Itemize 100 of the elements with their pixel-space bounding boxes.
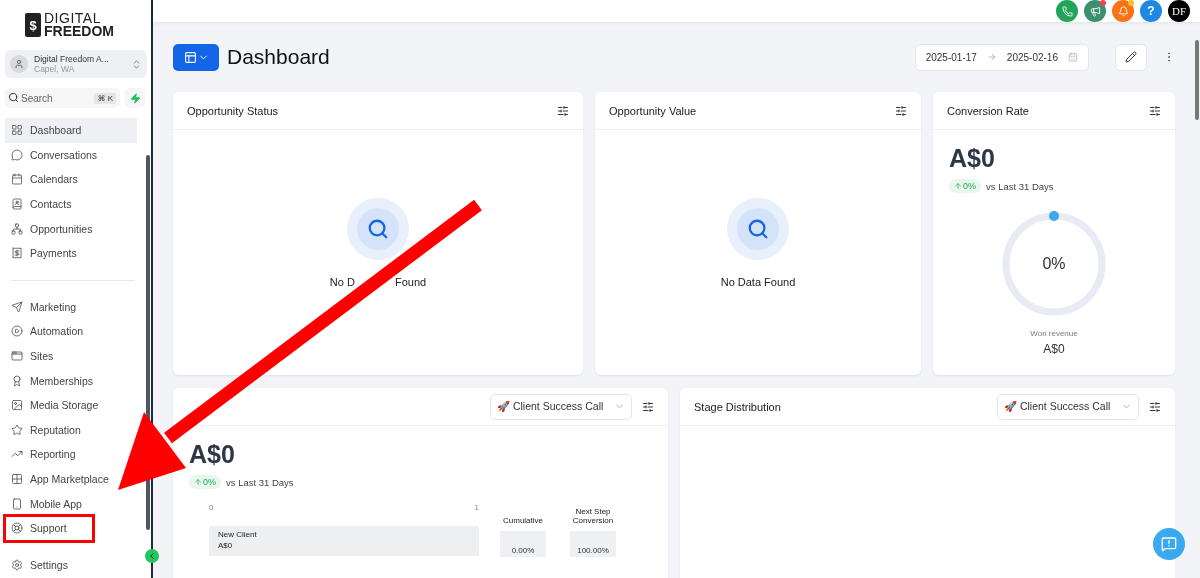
nav-item[interactable]: Settings — [5, 552, 74, 578]
empty-message: Found — [394, 275, 427, 288]
change-badge: 0% — [949, 179, 981, 193]
browser-icon — [11, 350, 23, 363]
card-title: Opportunity Status — [187, 104, 280, 117]
filter-button[interactable] — [1149, 400, 1161, 413]
nav-item[interactable]: App Marketplace — [5, 466, 115, 492]
lifebuoy-icon — [11, 522, 23, 535]
nav-item[interactable]: Conversations — [5, 142, 104, 168]
user-avatar[interactable]: DF — [1168, 0, 1190, 22]
award-icon — [11, 374, 23, 387]
phone-button[interactable] — [1056, 0, 1078, 22]
page-title: Dashboard — [227, 45, 331, 69]
logo-mark: $ — [25, 13, 41, 37]
nav-item[interactable]: Opportunities — [5, 216, 99, 241]
stage-name: New Client — [218, 530, 258, 539]
nav-item[interactable]: Reputation — [5, 417, 87, 443]
layout-icon — [183, 50, 197, 64]
sliders-icon — [642, 400, 654, 413]
chat-bubble-icon — [11, 148, 23, 161]
sliders-icon — [895, 104, 907, 117]
message-alert-icon — [1161, 536, 1177, 552]
notification-button[interactable] — [1112, 0, 1134, 22]
change-badge: 0% — [189, 475, 221, 489]
receipt-icon — [11, 247, 23, 260]
edit-button[interactable] — [1115, 43, 1147, 71]
calendar-icon — [11, 173, 23, 186]
arrow-up-icon — [954, 182, 962, 190]
card-title: Stage Distribution — [694, 400, 782, 413]
axis-label: 0 — [209, 503, 214, 512]
collapse-button[interactable] — [145, 549, 159, 563]
nav-item[interactable]: Calendars — [5, 167, 84, 192]
empty-message: No Data Found — [720, 275, 796, 288]
arrow-right-icon — [986, 52, 997, 62]
nav-item[interactable]: Marketing — [5, 294, 83, 320]
megaphone-icon — [1089, 5, 1101, 17]
pencil-icon — [1125, 51, 1137, 63]
gauge-handle — [1049, 211, 1059, 221]
notification-dot — [1100, 0, 1106, 6]
metric-value: A$0 — [189, 440, 236, 469]
shortcut-hint: ⌘ K — [94, 93, 116, 104]
nav-item[interactable]: Memberships — [5, 368, 100, 393]
phone-icon — [1061, 5, 1073, 17]
card-title: Opportunity Value — [609, 104, 698, 117]
axis-label: 1 — [474, 503, 479, 512]
phone-icon — [11, 497, 23, 510]
user-icon — [14, 59, 24, 69]
filter-button[interactable] — [557, 104, 569, 117]
paper-plane-icon — [11, 300, 23, 313]
comparison-text: vs Last 31 Days — [226, 476, 294, 488]
empty-message: No D — [329, 275, 355, 288]
account-switcher[interactable]: Digital Freedom A... Capel, WA — [5, 50, 147, 78]
pipeline-select[interactable]: 🚀 Client Success Call — [490, 393, 632, 420]
sliders-icon — [1149, 104, 1161, 117]
play-icon — [11, 325, 23, 338]
help-button[interactable]: ? — [1140, 0, 1162, 22]
sliders-icon — [1149, 400, 1161, 413]
nav-item[interactable]: Automation — [5, 319, 90, 344]
nav-item[interactable]: Reporting — [5, 442, 82, 467]
calendar-icon — [1068, 52, 1078, 62]
chevron-left-icon — [147, 551, 157, 561]
card-title: Conversion Rate — [947, 104, 1030, 117]
stat-value: 0.00% — [500, 531, 546, 557]
caption: Won revenue — [1030, 329, 1078, 338]
caption-value: A$0 — [1043, 342, 1065, 356]
metric-value: A$0 — [949, 144, 996, 173]
feedback-button[interactable] — [1153, 528, 1185, 560]
search-icon — [747, 217, 769, 240]
pipeline-select[interactable]: 🚀 Client Success Call — [997, 393, 1139, 420]
nav-item[interactable]: Mobile App — [5, 491, 88, 516]
filter-button[interactable] — [1149, 104, 1161, 117]
date-range-picker[interactable]: 2025-01-17 2025-02-16 — [914, 43, 1089, 71]
notification-dot — [1128, 0, 1134, 6]
logo-text: FREEDOM — [44, 25, 114, 38]
image-icon — [11, 399, 23, 412]
contact-book-icon — [11, 198, 23, 211]
nav-item[interactable]: Media Storage — [5, 392, 105, 418]
nav-item[interactable]: Dashboard — [5, 118, 137, 143]
lightning-icon — [129, 92, 141, 104]
sliders-icon — [557, 104, 569, 117]
star-icon — [11, 423, 23, 436]
search-icon — [367, 217, 389, 240]
announcement-button[interactable] — [1084, 0, 1106, 22]
network-icon — [11, 222, 23, 235]
search-icon — [8, 92, 19, 103]
nav-item[interactable]: Contacts — [5, 191, 78, 217]
view-switch-button[interactable] — [173, 43, 219, 71]
column-header: Cumulative — [503, 515, 543, 525]
nav-item[interactable]: Support — [5, 515, 93, 541]
logo-text: DIGITAL — [44, 12, 102, 25]
filter-button[interactable] — [895, 104, 907, 117]
scrollbar[interactable] — [1195, 40, 1199, 120]
comparison-text: vs Last 31 Days — [986, 180, 1054, 192]
nav-item[interactable]: Payments — [5, 240, 83, 266]
grid-icon — [11, 124, 23, 137]
grid-icon — [11, 473, 23, 485]
nav-item[interactable]: Sites — [5, 343, 60, 369]
settings-icon — [11, 558, 23, 571]
filter-button[interactable] — [642, 400, 654, 413]
stage-value: A$0 — [218, 541, 234, 550]
